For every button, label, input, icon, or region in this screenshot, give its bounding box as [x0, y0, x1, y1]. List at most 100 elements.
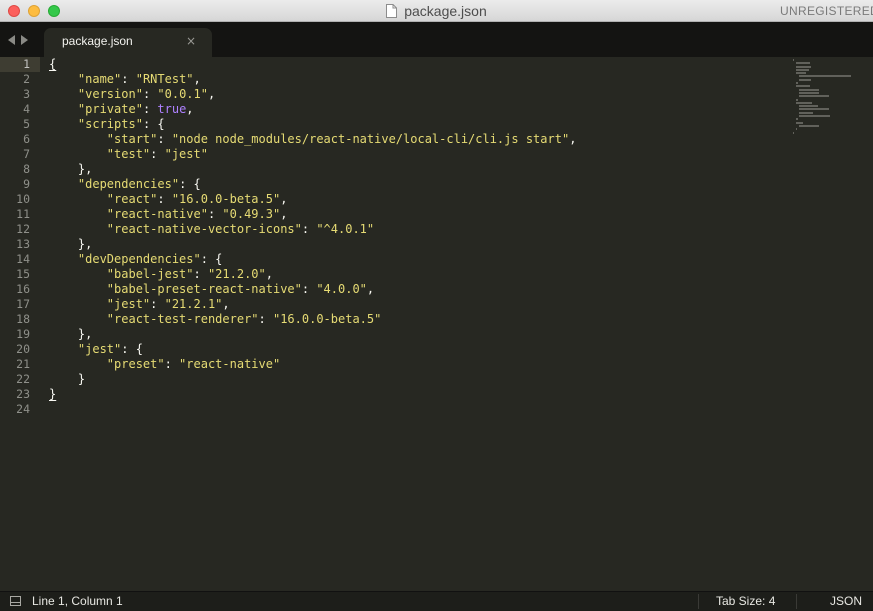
- line-number: 19: [16, 327, 30, 341]
- line-number: 1: [0, 57, 40, 72]
- line-number: 5: [23, 117, 30, 131]
- line-number-gutter: 1 2 3 4 5 6 7 8 9 10 11 12 13 14 15 16 17 18 19 20 21 22 23 24: [0, 57, 40, 417]
- punctuation-token: [49, 102, 78, 116]
- punctuation-token: [49, 342, 78, 356]
- string-token: "name": [77, 72, 122, 86]
- string-token: "4.0.0": [316, 282, 367, 296]
- punctuation-token: ,: [193, 72, 201, 86]
- code-view[interactable]: { "name": "RNTest", "version": "0.0.1", …: [49, 57, 791, 417]
- code-line[interactable]: "name": "RNTest",: [49, 72, 791, 87]
- punctuation-token: ,: [280, 207, 288, 221]
- status-bar: Line 1, Column 1 Tab Size: 4 JSON: [0, 591, 873, 611]
- punctuation-token: }: [49, 372, 86, 386]
- code-line[interactable]: },: [49, 327, 791, 342]
- punctuation-token: [49, 222, 107, 236]
- panel-toggle-icon[interactable]: [10, 596, 21, 606]
- punctuation-token: :: [157, 132, 172, 146]
- string-token: "react-native-vector-icons": [106, 222, 302, 236]
- code-line[interactable]: {: [49, 57, 791, 72]
- string-token: "react": [106, 192, 158, 206]
- punctuation-token: : {: [142, 117, 165, 131]
- title-bar: package.json UNREGISTERED: [0, 0, 873, 22]
- line-number: 15: [16, 267, 30, 281]
- minimap-line: [796, 85, 810, 88]
- punctuation-token: },: [49, 327, 93, 341]
- minimap-line: [796, 128, 797, 131]
- window-title: package.json: [0, 0, 873, 22]
- code-line[interactable]: "jest": "21.2.1",: [49, 297, 791, 312]
- string-token: "preset": [106, 357, 165, 371]
- string-token: "dependencies": [77, 177, 180, 191]
- line-number: 12: [16, 222, 30, 236]
- line-number: 22: [16, 372, 30, 386]
- string-token: "21.2.1": [164, 297, 223, 311]
- tab-nav: [8, 22, 28, 57]
- code-line[interactable]: "preset": "react-native": [49, 357, 791, 372]
- line-number: 7: [23, 147, 30, 161]
- minimap-line: [796, 98, 798, 101]
- code-line[interactable]: }: [49, 387, 791, 402]
- code-line[interactable]: "dependencies": {: [49, 177, 791, 192]
- string-token: "test": [106, 147, 151, 161]
- code-line[interactable]: "react": "16.0.0-beta.5",: [49, 192, 791, 207]
- editor-area[interactable]: 1 2 3 4 5 6 7 8 9 10 11 12 13 14 15 16 17 18 19 20 21 22 23 24 …: [0, 57, 873, 591]
- punctuation-token: [49, 357, 107, 371]
- minimap-line: [796, 121, 804, 124]
- code-line[interactable]: "private": true,: [49, 102, 791, 117]
- minimap-line: [796, 65, 812, 68]
- code-line[interactable]: "test": "jest": [49, 147, 791, 162]
- minimap[interactable]: [793, 57, 873, 591]
- tab-package-json[interactable]: package.json ×: [44, 28, 212, 57]
- minimap-line: [799, 124, 819, 127]
- tab-close-icon[interactable]: ×: [186, 28, 196, 55]
- punctuation-token: : {: [179, 177, 201, 191]
- minimap-line: [799, 105, 818, 108]
- code-line[interactable]: [49, 402, 791, 417]
- code-line[interactable]: "react-native-vector-icons": "^4.0.1": [49, 222, 791, 237]
- code-line[interactable]: "scripts": {: [49, 117, 791, 132]
- minimap-line: [796, 72, 806, 75]
- punctuation-token: [49, 297, 107, 311]
- line-number: 9: [23, 177, 30, 191]
- code-line[interactable]: "version": "0.0.1",: [49, 87, 791, 102]
- punctuation-token: [49, 177, 78, 191]
- syntax-selector[interactable]: JSON: [830, 592, 862, 611]
- tab-next-icon[interactable]: [21, 34, 28, 45]
- punctuation-token: },: [49, 162, 93, 176]
- minimap-line: [796, 82, 798, 85]
- tab-prev-icon[interactable]: [8, 34, 15, 45]
- punctuation-token: {: [49, 57, 57, 71]
- punctuation-token: ,: [222, 297, 230, 311]
- punctuation-token: [49, 147, 107, 161]
- line-number: 11: [16, 207, 30, 221]
- tab-label: package.json: [62, 34, 133, 48]
- punctuation-token: [49, 267, 107, 281]
- string-token: "react-test-renderer": [106, 312, 259, 326]
- tab-bar: package.json ×: [0, 22, 873, 57]
- tab-size-selector[interactable]: Tab Size: 4: [716, 592, 775, 611]
- code-line[interactable]: "start": "node node_modules/react-native…: [49, 132, 791, 147]
- code-line[interactable]: "babel-jest": "21.2.0",: [49, 267, 791, 282]
- string-token: "devDependencies": [77, 252, 201, 266]
- code-line[interactable]: "jest": {: [49, 342, 791, 357]
- punctuation-token: [49, 117, 78, 131]
- minimap-line: [796, 118, 798, 121]
- code-line[interactable]: "babel-preset-react-native": "4.0.0",: [49, 282, 791, 297]
- punctuation-token: :: [142, 87, 158, 101]
- cursor-position: Line 1, Column 1: [32, 594, 123, 608]
- punctuation-token: [49, 192, 107, 206]
- code-line[interactable]: }: [49, 372, 791, 387]
- document-icon: [386, 4, 398, 18]
- string-token: "21.2.0": [207, 267, 266, 281]
- code-line[interactable]: },: [49, 162, 791, 177]
- minimap-line: [799, 78, 811, 81]
- line-number: 20: [16, 342, 30, 356]
- minimap-line: [799, 108, 829, 111]
- code-line[interactable]: },: [49, 237, 791, 252]
- minimap-line: [799, 115, 830, 118]
- punctuation-token: ,: [186, 102, 194, 116]
- code-line[interactable]: "devDependencies": {: [49, 252, 791, 267]
- code-line[interactable]: "react-test-renderer": "16.0.0-beta.5": [49, 312, 791, 327]
- code-line[interactable]: "react-native": "0.49.3",: [49, 207, 791, 222]
- punctuation-token: :: [301, 282, 317, 296]
